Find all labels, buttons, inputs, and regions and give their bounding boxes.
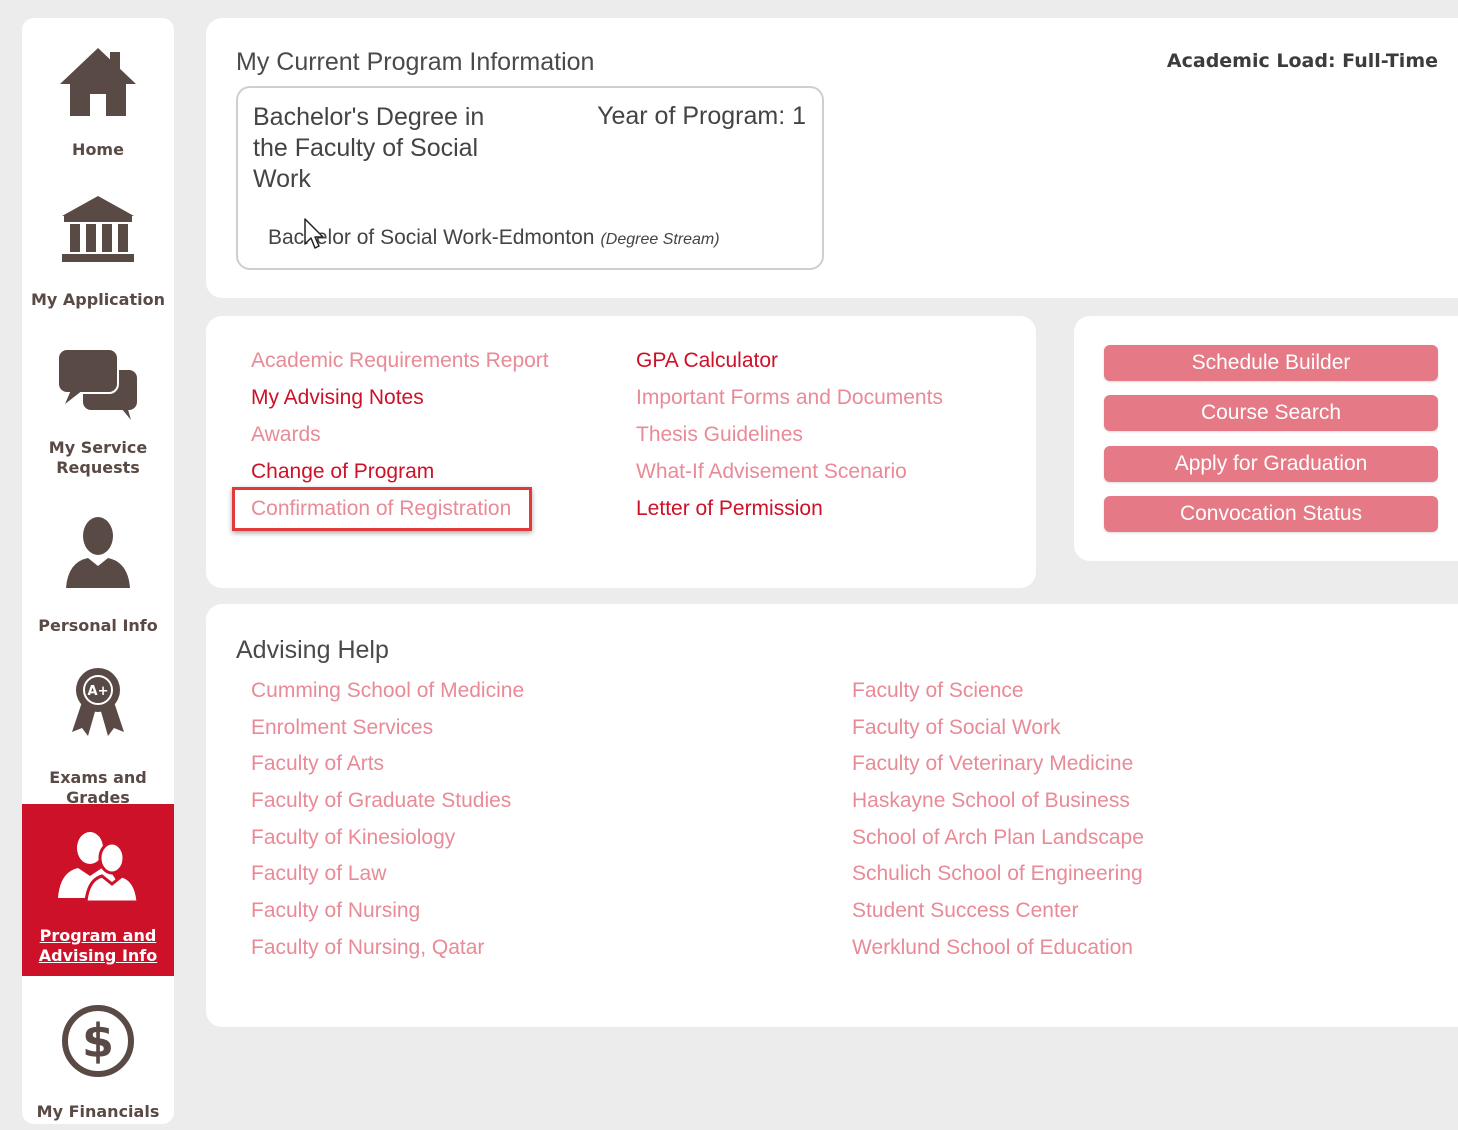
link-academic-requirements-report[interactable]: Academic Requirements Report <box>251 349 549 373</box>
actions-panel: Schedule Builder Course Search Apply for… <box>1074 316 1458 561</box>
chat-bubbles-icon <box>57 348 137 420</box>
link-confirmation-of-registration[interactable]: Confirmation of Registration <box>251 497 511 521</box>
degree-stream: Bachelor of Social Work-Edmonton (Degree … <box>268 226 720 250</box>
sidebar-item-program-and-advising-info[interactable]: Program and Advising Info <box>22 804 174 976</box>
link-gpa-calculator[interactable]: GPA Calculator <box>636 349 778 373</box>
program-info-title: My Current Program Information <box>236 48 595 76</box>
degree-stream-tag: (Degree Stream) <box>600 231 720 248</box>
award-badge-icon: A+ <box>72 668 124 736</box>
mouse-cursor-icon <box>304 218 324 249</box>
sidebar-item-home[interactable]: Home <box>22 46 174 166</box>
sidebar-item-label: Exams and Grades <box>49 768 147 807</box>
advising-link[interactable]: Faculty of Nursing <box>251 899 420 923</box>
advising-link[interactable]: Faculty of Social Work <box>852 716 1061 740</box>
advising-link[interactable]: School of Arch Plan Landscape <box>852 826 1144 850</box>
schedule-builder-button[interactable]: Schedule Builder <box>1104 345 1438 381</box>
sidebar-item-exams-and-grades[interactable]: A+ Exams and Grades <box>22 666 174 807</box>
advising-link[interactable]: Student Success Center <box>852 899 1078 923</box>
degree-name: Bachelor's Degree in the Faculty of Soci… <box>253 103 485 193</box>
sidebar-item-label: My Financials <box>36 1102 160 1121</box>
link-what-if-advisement-scenario[interactable]: What-If Advisement Scenario <box>636 460 907 484</box>
advising-link[interactable]: Cumming School of Medicine <box>251 679 524 703</box>
sidebar-item-personal-info[interactable]: Personal Info <box>22 516 174 636</box>
person-icon <box>66 517 130 588</box>
academic-load: Academic Load: Full-Time <box>1166 50 1438 72</box>
link-important-forms-and-documents[interactable]: Important Forms and Documents <box>636 386 943 410</box>
advising-link[interactable]: Werklund School of Education <box>852 936 1133 960</box>
sidebar-item-label: My Application <box>31 290 165 309</box>
sidebar-item-my-service-requests[interactable]: My Service Requests <box>22 348 174 488</box>
advising-link[interactable]: Faculty of Nursing, Qatar <box>251 936 484 960</box>
advising-link[interactable]: Haskayne School of Business <box>852 789 1130 813</box>
advising-link[interactable]: Faculty of Law <box>251 862 386 886</box>
year-of-program: Year of Program: 1 <box>597 102 806 130</box>
advising-help-panel: Advising Help Cumming School of Medicine… <box>206 604 1458 1027</box>
svg-text:A+: A+ <box>88 684 109 699</box>
advising-link[interactable]: Faculty of Science <box>852 679 1024 703</box>
sidebar-item-my-application[interactable]: My Application <box>22 194 174 314</box>
sidebar-item-label: Home <box>72 140 124 159</box>
advising-link[interactable]: Faculty of Graduate Studies <box>251 789 511 813</box>
course-search-button[interactable]: Course Search <box>1104 395 1438 431</box>
advising-help-title: Advising Help <box>236 636 389 664</box>
link-change-of-program[interactable]: Change of Program <box>251 460 434 484</box>
dollar-icon: $ <box>62 1005 134 1077</box>
home-icon <box>60 48 136 116</box>
institution-icon <box>62 196 134 262</box>
advising-link[interactable]: Faculty of Kinesiology <box>251 826 455 850</box>
link-thesis-guidelines[interactable]: Thesis Guidelines <box>636 423 803 447</box>
advising-link[interactable]: Faculty of Arts <box>251 752 384 776</box>
sidebar-item-label: My Service Requests <box>48 438 148 477</box>
link-my-advising-notes[interactable]: My Advising Notes <box>251 386 424 410</box>
sidebar-item-label: Personal Info <box>38 616 158 635</box>
link-letter-of-permission[interactable]: Letter of Permission <box>636 497 823 521</box>
sidebar-item-label: Program and Advising Info <box>38 926 158 965</box>
convocation-status-button[interactable]: Convocation Status <box>1104 496 1438 532</box>
svg-text:$: $ <box>82 1014 114 1068</box>
sidebar-nav: Home My Application My Service Requests <box>22 18 174 1124</box>
advising-link[interactable]: Schulich School of Engineering <box>852 862 1143 886</box>
link-awards[interactable]: Awards <box>251 423 321 447</box>
program-info-panel: My Current Program Information Academic … <box>206 18 1458 298</box>
program-links-panel: Academic Requirements Report My Advising… <box>206 316 1036 588</box>
sidebar-item-my-financials[interactable]: $ My Financials <box>22 1004 174 1124</box>
advising-link[interactable]: Faculty of Veterinary Medicine <box>852 752 1133 776</box>
apply-for-graduation-button[interactable]: Apply for Graduation <box>1104 446 1438 482</box>
advising-link[interactable]: Enrolment Services <box>251 716 433 740</box>
people-icon <box>58 832 140 904</box>
